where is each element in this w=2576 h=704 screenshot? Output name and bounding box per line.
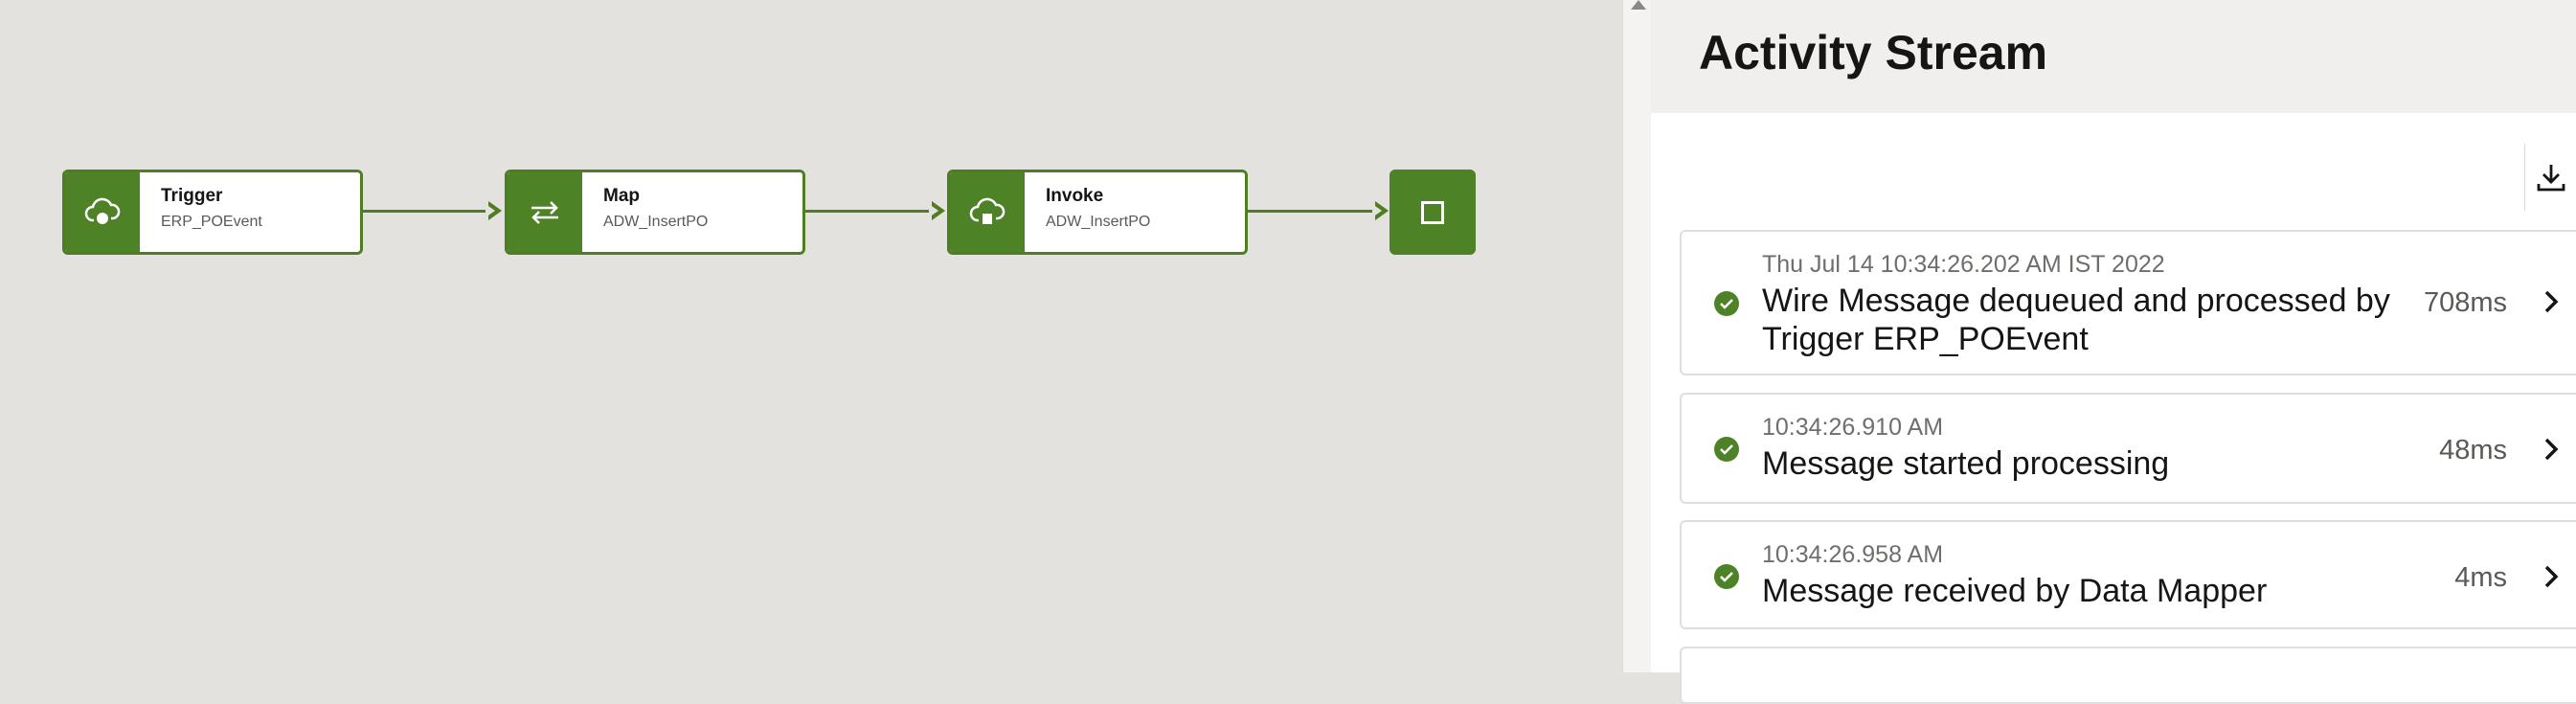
activity-entry[interactable]: 10:34:26.910 AM Message started processi… <box>1680 393 2576 504</box>
entry-duration: 48ms <box>2439 435 2507 466</box>
node-subtitle: ERP_POEvent <box>161 214 262 230</box>
entry-message-continued: Trigger ERP_POEvent <box>1762 321 2089 357</box>
node-title: Trigger <box>161 186 223 206</box>
entry-message: Message started processing <box>1762 445 2170 482</box>
node-title: Map <box>603 186 640 206</box>
entry-message: Message received by Data Mapper <box>1762 573 2268 609</box>
chevron-right-icon[interactable] <box>2542 289 2561 314</box>
integration-flow-canvas: Trigger ERP_POEvent Map ADW_InsertPO Inv… <box>0 0 1622 672</box>
panel-title: Activity Stream <box>1699 26 2048 79</box>
chevron-right-icon[interactable] <box>2542 437 2561 462</box>
node-subtitle: ADW_InsertPO <box>603 214 709 230</box>
swap-arrows-icon <box>508 172 582 252</box>
flow-node-map[interactable]: Map ADW_InsertPO <box>505 170 805 255</box>
activity-entry[interactable]: Thu Jul 14 10:34:26.202 AM IST 2022 Wire… <box>1680 230 2576 375</box>
chevron-right-icon[interactable] <box>2542 564 2561 589</box>
panel-header: Activity Stream <box>1651 0 2576 113</box>
scroll-up-icon[interactable] <box>1631 0 1646 10</box>
arrow-head-icon <box>486 201 502 220</box>
arrow-head-icon <box>1372 201 1389 220</box>
download-button[interactable] <box>2524 144 2576 211</box>
success-check-icon <box>1714 564 1739 589</box>
cloud-invoke-icon <box>950 172 1025 252</box>
node-title: Invoke <box>1046 186 1104 206</box>
node-subtitle: ADW_InsertPO <box>1046 214 1151 230</box>
activity-entry[interactable] <box>1680 647 2576 704</box>
success-check-icon <box>1714 291 1739 316</box>
flow-end-node[interactable] <box>1390 170 1476 255</box>
flow-node-invoke[interactable]: Invoke ADW_InsertPO <box>947 170 1248 255</box>
entry-timestamp: 10:34:26.958 AM <box>1762 541 1944 568</box>
flow-connector <box>805 210 935 213</box>
download-icon <box>2537 165 2565 192</box>
entry-timestamp: Thu Jul 14 10:34:26.202 AM IST 2022 <box>1762 251 2165 278</box>
arrow-head-icon <box>929 201 945 220</box>
stop-square-icon <box>1421 200 1444 224</box>
flow-connector <box>1248 210 1377 213</box>
entry-duration: 4ms <box>2454 562 2507 593</box>
canvas-scrollbar[interactable] <box>1622 0 1652 672</box>
entry-message: Wire Message dequeued and processed by <box>1762 283 2390 319</box>
cloud-trigger-icon <box>65 172 140 252</box>
flow-connector <box>363 210 491 213</box>
activity-stream-panel: Activity Stream Thu Jul 14 10:34:26.202 … <box>1651 0 2576 704</box>
activity-entry[interactable]: 10:34:26.958 AM Message received by Data… <box>1680 520 2576 629</box>
entry-timestamp: 10:34:26.910 AM <box>1762 414 1944 441</box>
entry-duration: 708ms <box>2423 287 2507 318</box>
success-check-icon <box>1714 437 1739 462</box>
flow-node-trigger[interactable]: Trigger ERP_POEvent <box>62 170 363 255</box>
